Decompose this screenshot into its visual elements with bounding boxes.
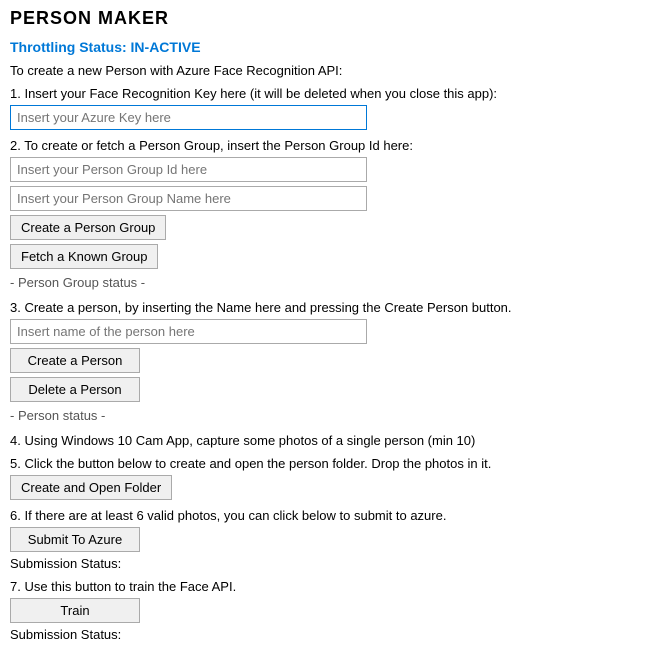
submit-to-azure-button[interactable]: Submit To Azure [10, 527, 140, 552]
person-group-name-input[interactable] [10, 186, 367, 211]
fetch-known-group-button[interactable]: Fetch a Known Group [10, 244, 158, 269]
train-button[interactable]: Train [10, 598, 140, 623]
step7-label: 7. Use this button to train the Face API… [10, 579, 653, 594]
person-status: - Person status - [10, 406, 653, 425]
person-group-status: - Person Group status - [10, 273, 653, 292]
step4-label: 4. Using Windows 10 Cam App, capture som… [10, 433, 653, 448]
step6-label: 6. If there are at least 6 valid photos,… [10, 508, 653, 523]
create-person-group-button[interactable]: Create a Person Group [10, 215, 166, 240]
create-person-button[interactable]: Create a Person [10, 348, 140, 373]
throttle-status: Throttling Status: IN-ACTIVE [10, 39, 653, 55]
step3-label: 3. Create a person, by inserting the Nam… [10, 300, 653, 315]
azure-key-input[interactable] [10, 105, 367, 130]
page-title: PERSON MAKER [10, 8, 653, 29]
person-name-input[interactable] [10, 319, 367, 344]
step6-submission-label: Submission Status: [10, 556, 653, 571]
step1-description: To create a new Person with Azure Face R… [10, 63, 653, 78]
step2-label: 2. To create or fetch a Person Group, in… [10, 138, 653, 153]
delete-person-button[interactable]: Delete a Person [10, 377, 140, 402]
step7-submission-label: Submission Status: [10, 627, 653, 642]
step5-label: 5. Click the button below to create and … [10, 456, 653, 471]
person-group-id-input[interactable] [10, 157, 367, 182]
create-open-folder-button[interactable]: Create and Open Folder [10, 475, 172, 500]
step1-label: 1. Insert your Face Recognition Key here… [10, 86, 653, 101]
